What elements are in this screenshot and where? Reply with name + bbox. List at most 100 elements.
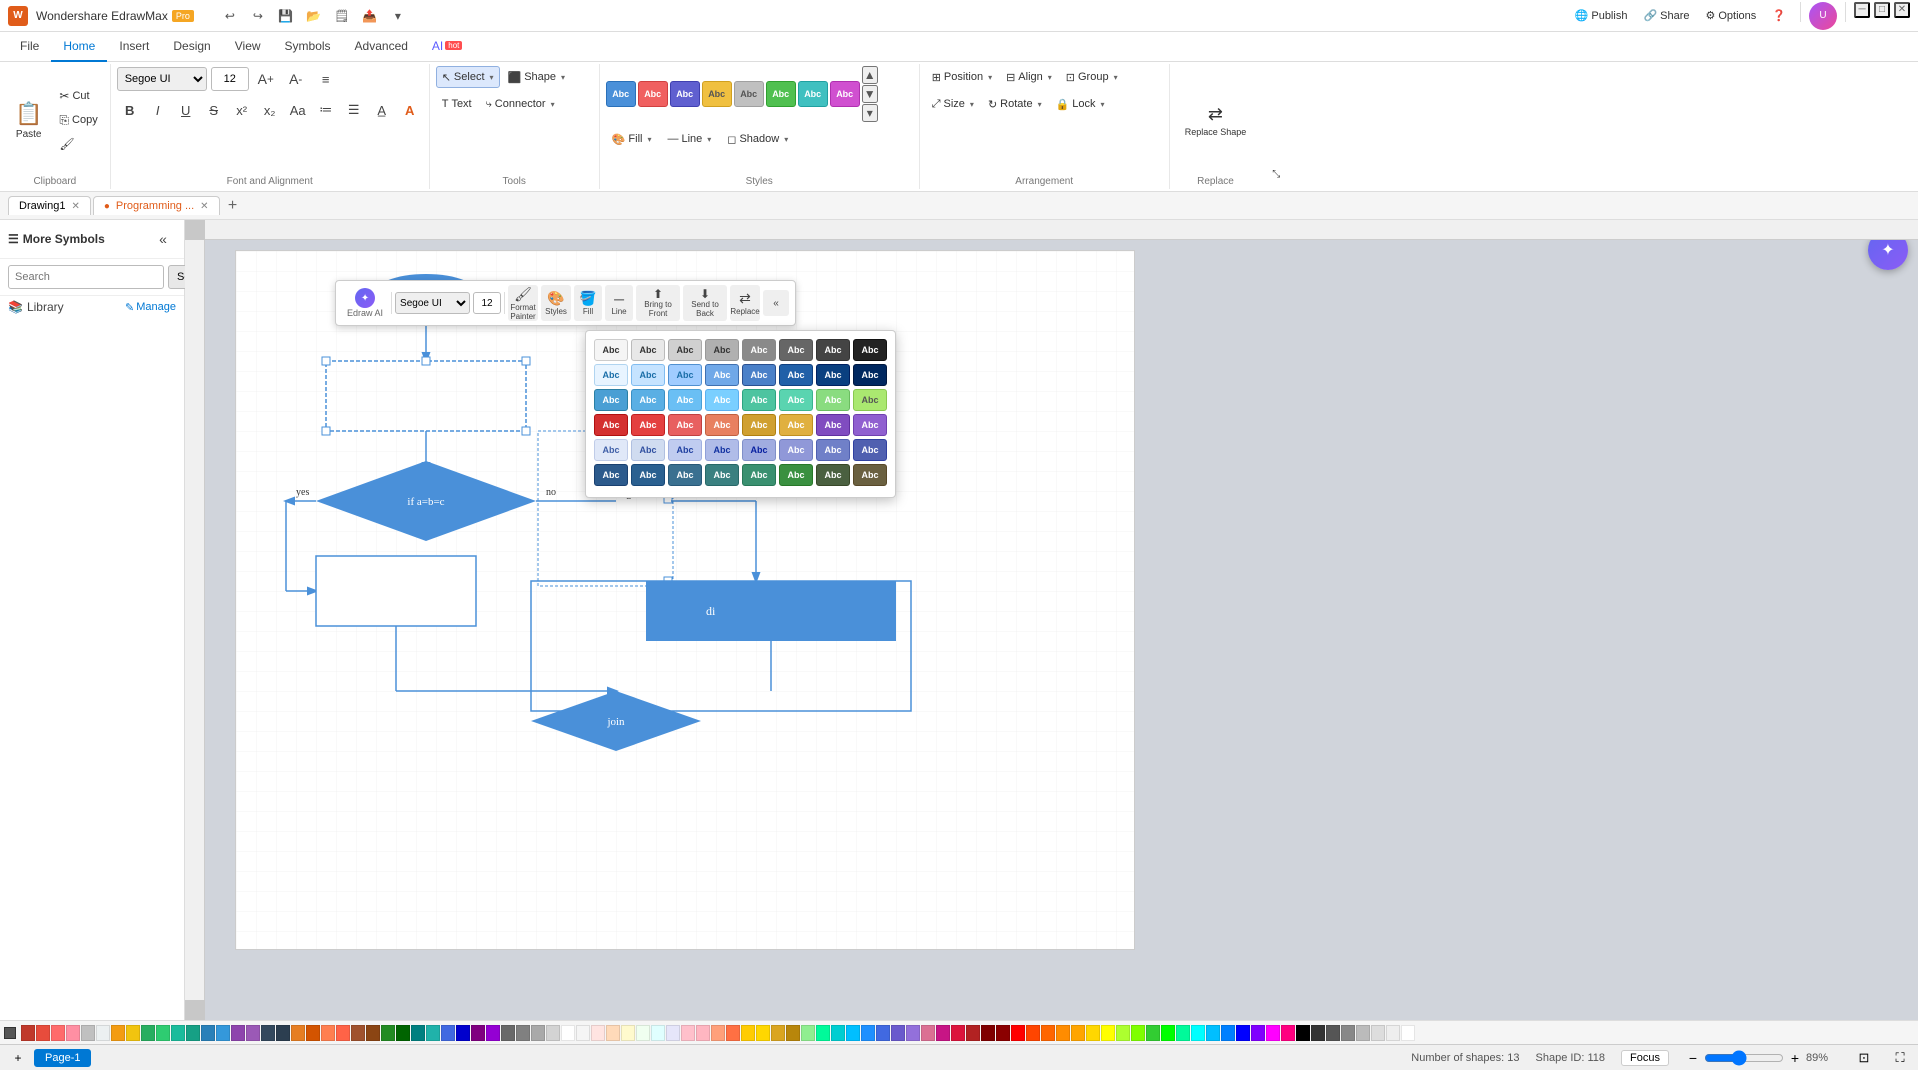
color-bar-swatch-77[interactable] — [1176, 1025, 1190, 1041]
canvas-area[interactable]: start — [185, 220, 1918, 1020]
style-swatch-swatches_row3-5[interactable]: Abc — [779, 389, 813, 411]
color-bar-swatch-72[interactable] — [1101, 1025, 1115, 1041]
style-swatch-swatches_row5-5[interactable]: Abc — [779, 439, 813, 461]
format-painter-btn[interactable]: 🖌 — [53, 133, 103, 155]
color-bar-swatch-43[interactable] — [666, 1025, 680, 1041]
tab-design[interactable]: Design — [161, 32, 222, 62]
strikethrough-btn[interactable]: S — [201, 97, 227, 123]
style-swatch-swatches_row1-6[interactable]: Abc — [816, 339, 850, 361]
color-bar-swatch-39[interactable] — [606, 1025, 620, 1041]
style-swatch-swatches_row3-3[interactable]: Abc — [705, 389, 739, 411]
style-swatch-swatches_row1-7[interactable]: Abc — [853, 339, 887, 361]
zoom-slider[interactable] — [1704, 1050, 1784, 1066]
superscript-btn[interactable]: x² — [229, 97, 255, 123]
tab-ai[interactable]: AI hot — [420, 32, 474, 62]
style-swatch-swatches_row5-1[interactable]: Abc — [631, 439, 665, 461]
color-bar-swatch-52[interactable] — [801, 1025, 815, 1041]
color-bar-swatch-80[interactable] — [1221, 1025, 1235, 1041]
focus-btn[interactable]: Focus — [1621, 1050, 1669, 1066]
style-swatch-swatches_row2-7[interactable]: Abc — [853, 364, 887, 386]
color-bar-swatch-81[interactable] — [1236, 1025, 1250, 1041]
style-swatch-swatches_row3-6[interactable]: Abc — [816, 389, 850, 411]
font-family-select[interactable]: Segoe UI — [117, 67, 207, 91]
tab-insert[interactable]: Insert — [107, 32, 161, 62]
list2-btn[interactable]: ☰ — [341, 97, 367, 123]
style-swatch-swatches_row5-2[interactable]: Abc — [668, 439, 702, 461]
color-bar-swatch-19[interactable] — [306, 1025, 320, 1041]
fill-btn[interactable]: 🎨 Fill ▾ — [606, 128, 658, 150]
color-bar-swatch-5[interactable] — [96, 1025, 110, 1041]
float-collapse-btn[interactable]: « — [763, 290, 789, 316]
style-swatch-swatches_row4-2[interactable]: Abc — [668, 414, 702, 436]
color-bar-swatch-71[interactable] — [1086, 1025, 1100, 1041]
style-swatch-swatches_row1-0[interactable]: Abc — [594, 339, 628, 361]
color-bar-swatch-65[interactable] — [996, 1025, 1010, 1041]
color-bar-swatch-40[interactable] — [621, 1025, 635, 1041]
copy-btn[interactable]: ⎘Copy — [53, 109, 103, 131]
close-btn[interactable]: ✕ — [1894, 2, 1910, 18]
color-bar-swatch-78[interactable] — [1191, 1025, 1205, 1041]
style-swatch-swatches_row5-0[interactable]: Abc — [594, 439, 628, 461]
color-bar-swatch-68[interactable] — [1041, 1025, 1055, 1041]
color-bar-swatch-88[interactable] — [1341, 1025, 1355, 1041]
color-bar-swatch-47[interactable] — [726, 1025, 740, 1041]
color-bar-swatch-3[interactable] — [66, 1025, 80, 1041]
style-swatch-swatches_row2-3[interactable]: Abc — [705, 364, 739, 386]
shadow-btn[interactable]: ◻ Shadow ▾ — [721, 128, 794, 150]
float-bring-front-btn[interactable]: ⬆ Bring to Front — [636, 285, 680, 321]
color-bar-swatch-64[interactable] — [981, 1025, 995, 1041]
color-bar-swatch-29[interactable] — [456, 1025, 470, 1041]
color-bar-swatch-79[interactable] — [1206, 1025, 1220, 1041]
publish-btn[interactable]: 🌐 Publish — [1569, 2, 1634, 30]
color-bar-swatch-60[interactable] — [921, 1025, 935, 1041]
color-bar-swatch-15[interactable] — [246, 1025, 260, 1041]
color-bar-swatch-32[interactable] — [501, 1025, 515, 1041]
toolbar-swatch-5[interactable]: Abc — [766, 81, 796, 107]
style-swatch-swatches_row2-5[interactable]: Abc — [779, 364, 813, 386]
tab-symbols[interactable]: Symbols — [273, 32, 343, 62]
tab-programming-close[interactable]: ✕ — [200, 201, 208, 212]
text-case-btn[interactable]: Aa — [285, 97, 311, 123]
swatches-expand-btn[interactable]: ▾ — [862, 104, 878, 122]
style-swatch-swatches_row4-5[interactable]: Abc — [779, 414, 813, 436]
tab-home[interactable]: Home — [51, 32, 107, 62]
color-bar-swatch-69[interactable] — [1056, 1025, 1070, 1041]
toolbar-swatch-4[interactable]: Abc — [734, 81, 764, 107]
select-btn[interactable]: ↖ Select ▾ — [436, 66, 500, 88]
color-bar-swatch-30[interactable] — [471, 1025, 485, 1041]
color-bar-swatch-25[interactable] — [396, 1025, 410, 1041]
color-bar-swatch-36[interactable] — [561, 1025, 575, 1041]
color-bar-swatch-73[interactable] — [1116, 1025, 1130, 1041]
maximize-btn[interactable]: □ — [1874, 2, 1890, 18]
toolbar-swatch-7[interactable]: Abc — [830, 81, 860, 107]
color-bar-swatch-2[interactable] — [51, 1025, 65, 1041]
tab-drawing1[interactable]: Drawing1 ✕ — [8, 196, 91, 215]
group-btn[interactable]: ⊡ Group ▾ — [1060, 66, 1124, 88]
swatches-up-btn[interactable]: ▲ — [862, 66, 878, 84]
float-replace-btn[interactable]: ⇄ Replace — [730, 285, 760, 321]
color-bar-swatch-10[interactable] — [171, 1025, 185, 1041]
float-fill-btn[interactable]: 🪣 Fill — [574, 285, 602, 321]
color-bar-swatch-42[interactable] — [651, 1025, 665, 1041]
undo-btn[interactable]: ↩ — [218, 4, 242, 28]
color-bar-swatch-90[interactable] — [1371, 1025, 1385, 1041]
style-swatch-swatches_row6-6[interactable]: Abc — [816, 464, 850, 486]
search-input[interactable] — [8, 265, 164, 289]
style-swatch-swatches_row5-7[interactable]: Abc — [853, 439, 887, 461]
color-bar-swatch-21[interactable] — [336, 1025, 350, 1041]
redo-btn[interactable]: ↪ — [246, 4, 270, 28]
color-bar-swatch-41[interactable] — [636, 1025, 650, 1041]
float-line-btn[interactable]: ─ Line — [605, 285, 633, 321]
color-bar-swatch-53[interactable] — [816, 1025, 830, 1041]
help-btn[interactable]: ❓ — [1766, 2, 1792, 30]
color-bar-swatch-13[interactable] — [216, 1025, 230, 1041]
float-size-input[interactable] — [473, 292, 501, 314]
color-pen-icon[interactable] — [4, 1027, 16, 1039]
color-bar-swatch-76[interactable] — [1161, 1025, 1175, 1041]
color-bar-swatch-17[interactable] — [276, 1025, 290, 1041]
color-bar-swatch-18[interactable] — [291, 1025, 305, 1041]
open-btn[interactable]: 📂 — [302, 4, 326, 28]
tab-file[interactable]: File — [8, 32, 51, 62]
user-avatar[interactable]: U — [1809, 2, 1837, 30]
color-bar-swatch-37[interactable] — [576, 1025, 590, 1041]
